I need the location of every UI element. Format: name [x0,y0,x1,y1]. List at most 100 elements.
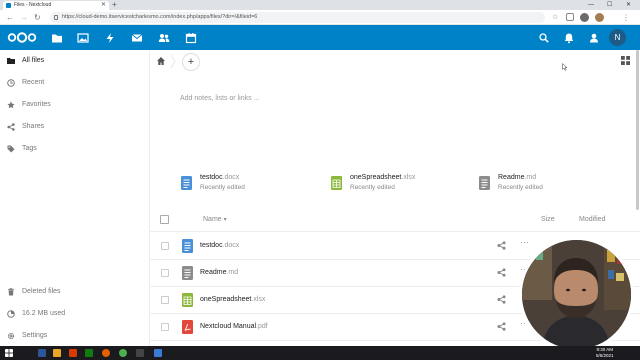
nextcloud-favicon-icon [6,3,11,8]
gear-icon [7,332,15,340]
sidebar-item-all-files[interactable]: All files [0,50,150,72]
new-tab-button[interactable]: + [112,0,117,10]
firefox-icon[interactable] [102,349,110,357]
maximize-button[interactable]: ☐ [607,0,612,10]
taskbar-app-icon[interactable] [85,349,93,357]
sidebar-item-favorites[interactable]: Favorites [0,94,150,116]
tab-title: Files - Nextcloud [14,2,52,8]
notes-input[interactable]: Add notes, lists or links ... [180,95,259,102]
files-sidebar: All files Recent Favorites Shares Tags D… [0,50,150,346]
share-icon[interactable] [497,295,506,304]
browser-tab[interactable]: Files - Nextcloud ✕ [3,1,109,10]
reload-icon[interactable]: ↻ [34,13,41,22]
grid-view-icon[interactable] [621,56,630,65]
column-name[interactable]: Name ▾ [203,216,227,223]
recent-file-card[interactable]: testdoc.docx Recently edited [181,174,301,194]
row-checkbox[interactable] [161,323,169,331]
star-icon [7,101,15,109]
sidebar-item-tags[interactable]: Tags [0,138,150,160]
search-icon[interactable] [538,32,550,44]
more-actions-icon[interactable]: ··· [520,238,530,247]
breadcrumb-separator-icon [170,55,176,68]
recent-file-name: testdoc.docx [200,174,240,181]
url-text: https://cloud-demo.itservicestcharlesmo.… [62,14,258,20]
select-all-checkbox[interactable] [160,215,169,224]
nextcloud-logo-icon[interactable] [7,32,37,43]
share-icon[interactable] [497,241,506,250]
file-name[interactable]: Nextcloud Manual.pdf [200,323,268,330]
sidebar-item-label: Deleted files [22,288,61,295]
clock-icon [7,79,15,87]
browser-toolbar: ← → ↻ https://cloud-demo.itservicestchar… [0,10,640,25]
file-explorer-icon[interactable] [53,349,61,357]
profile-avatar-icon[interactable] [595,13,604,22]
close-window-button[interactable]: ✕ [626,0,631,10]
home-icon[interactable] [156,56,166,66]
sidebar-item-label: Shares [22,123,45,130]
lock-icon [54,15,58,20]
bookmark-star-icon[interactable]: ☆ [552,13,558,22]
file-name[interactable]: Readme.md [200,269,238,276]
recent-file-card[interactable]: oneSpreadsheet.xlsx Recently edited [331,174,451,194]
share-icon[interactable] [497,322,506,331]
folder-icon [7,58,15,64]
sidebar-item-label: All files [22,57,45,64]
recent-file-status: Recently edited [200,184,245,191]
user-avatar[interactable]: N [609,29,626,46]
sidebar-item-deleted-files[interactable]: Deleted files [0,281,150,303]
notifications-bell-icon[interactable] [563,32,575,44]
share-icon[interactable] [497,268,506,277]
tab-close-icon[interactable]: ✕ [101,1,106,10]
sidebar-item-label: Settings [22,332,48,339]
browser-menu-icon[interactable]: ⋮ [622,13,630,22]
activity-icon[interactable] [104,32,116,44]
scrollbar-thumb[interactable] [636,50,639,210]
webcam-presenter-image [522,240,631,349]
contacts-icon[interactable] [158,32,170,44]
extension-icon[interactable] [566,13,574,21]
column-size[interactable]: Size [541,216,555,223]
calendar-icon[interactable] [185,32,197,44]
file-name[interactable]: oneSpreadsheet.xlsx [200,296,265,303]
new-file-button[interactable]: + [182,53,200,71]
file-name[interactable]: testdoc.docx [200,242,239,249]
back-arrow-icon[interactable]: ← [6,13,14,22]
sidebar-item-recent[interactable]: Recent [0,72,150,94]
mail-icon[interactable] [131,32,143,44]
system-clock[interactable]: 9:30 AM 5/5/2021 [596,347,614,359]
extension-icon[interactable] [580,13,589,22]
tag-icon [7,145,15,153]
quota-indicator: 16.2 MB used [0,303,150,325]
windows-start-icon[interactable] [5,349,13,357]
column-modified[interactable]: Modified [579,216,605,223]
nextcloud-header [0,25,640,50]
sidebar-item-label: Recent [22,79,45,86]
taskbar-app-icon[interactable] [136,349,144,357]
sidebar-item-shares[interactable]: Shares [0,116,150,138]
pie-quota-icon [7,310,15,318]
forward-arrow-icon[interactable]: → [20,13,28,22]
photos-icon[interactable] [77,32,89,44]
windows-taskbar: 9:30 AM 5/5/2021 [0,346,640,360]
text-file-icon [479,176,490,190]
document-file-icon [182,239,193,253]
sidebar-item-label: Favorites [22,101,51,108]
sort-chevron-icon: ▾ [223,217,227,223]
taskbar-app-icon[interactable] [154,349,162,357]
url-bar[interactable]: https://cloud-demo.itservicestcharlesmo.… [50,12,545,23]
recent-file-name: Readme.md [498,174,537,181]
row-checkbox[interactable] [161,269,169,277]
taskbar-app-icon[interactable] [38,349,46,357]
sidebar-item-settings[interactable]: Settings [0,325,150,347]
chrome-icon[interactable] [119,349,127,357]
webcam-overlay [519,237,634,352]
taskbar-app-icon[interactable] [69,349,77,357]
row-checkbox[interactable] [161,242,169,250]
recent-file-card[interactable]: Readme.md Recently edited [479,174,599,194]
files-icon[interactable] [51,32,63,44]
row-checkbox[interactable] [161,296,169,304]
minimize-button[interactable]: — [588,0,594,10]
contacts-menu-icon[interactable] [588,32,600,44]
pdf-file-icon [182,320,193,334]
share-icon [7,123,15,131]
